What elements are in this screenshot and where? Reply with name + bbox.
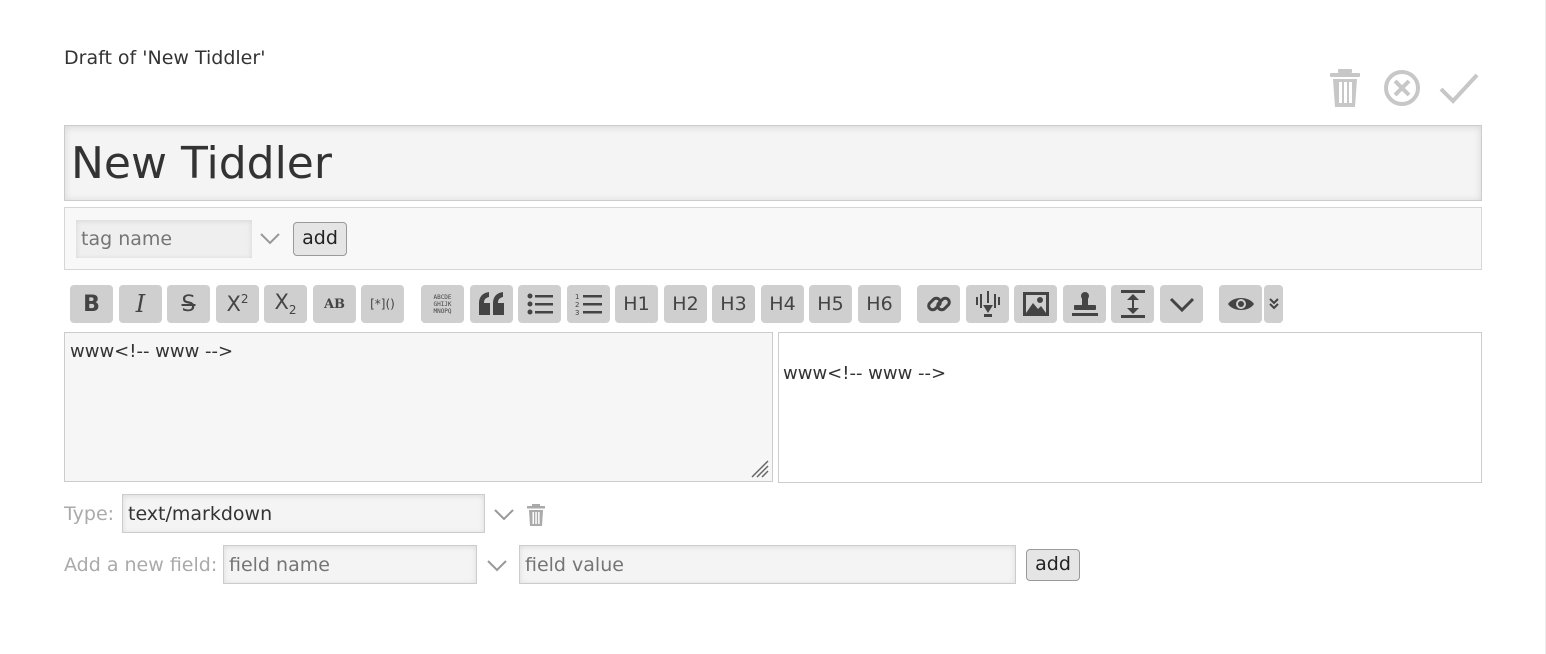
picture-button[interactable]	[1014, 285, 1057, 323]
bold-button[interactable]: B	[70, 285, 113, 323]
title-input[interactable]	[64, 125, 1482, 201]
list-number-icon: 1 2 3	[575, 293, 602, 316]
transclude-icon: [*]()	[370, 297, 395, 311]
smallcaps-icon: AB	[323, 296, 346, 312]
heading-5-icon: H5	[817, 293, 844, 315]
list-bullet-icon	[527, 293, 553, 315]
chevron-down-icon[interactable]	[259, 230, 281, 248]
heading-2-button[interactable]: H2	[664, 285, 707, 323]
chevron-down-icon	[1169, 297, 1194, 312]
draft-title: Draft of 'New Tiddler'	[64, 47, 266, 69]
monospace-block-icon: ABCDE GHIJK MNOPQ	[433, 293, 452, 315]
resize-grip-icon[interactable]	[748, 457, 770, 479]
strikethrough-icon: S	[181, 291, 196, 317]
smallcaps-button[interactable]: AB	[313, 285, 356, 323]
svg-text:3: 3	[575, 309, 579, 316]
excise-button[interactable]	[966, 285, 1009, 323]
cancel-button[interactable]	[1373, 66, 1430, 110]
superscript-icon: X2	[226, 292, 249, 316]
preview-pane: www<!-- www -->	[778, 332, 1482, 483]
heading-3-button[interactable]: H3	[712, 285, 755, 323]
editor-text: www<!-- www -->	[70, 341, 234, 362]
eye-icon	[1227, 298, 1254, 310]
heading-4-icon: H4	[769, 293, 796, 315]
bold-icon: B	[83, 291, 100, 317]
tiddler-controls	[1316, 66, 1487, 110]
trash-icon[interactable]	[527, 504, 545, 526]
text-editor[interactable]: www<!-- www -->	[64, 332, 773, 482]
subscript-button[interactable]: X2	[264, 285, 307, 323]
preview-button[interactable]	[1219, 285, 1262, 323]
list-number-button[interactable]: 1 2 3	[567, 285, 610, 323]
heading-1-icon: H1	[623, 293, 650, 315]
heading-4-button[interactable]: H4	[761, 285, 804, 323]
add-tag-button[interactable]: add	[293, 222, 347, 256]
heading-6-button[interactable]: H6	[858, 285, 901, 323]
new-field-label: Add a new field:	[64, 554, 218, 576]
italic-icon: I	[135, 290, 146, 318]
strikethrough-button[interactable]: S	[167, 285, 210, 323]
superscript-button[interactable]: X2	[216, 285, 259, 323]
editor-height-icon	[1120, 290, 1145, 318]
delete-button[interactable]	[1316, 66, 1373, 110]
stamp-icon	[1071, 292, 1098, 316]
svg-text:1: 1	[575, 293, 579, 301]
heading-1-button[interactable]: H1	[615, 285, 658, 323]
heading-6-icon: H6	[866, 293, 893, 315]
editor-height-button[interactable]	[1111, 285, 1154, 323]
stamp-button[interactable]	[1063, 285, 1106, 323]
add-field-button[interactable]: add	[1026, 549, 1080, 581]
list-bullet-button[interactable]	[518, 285, 561, 323]
link-button[interactable]	[917, 285, 960, 323]
italic-button[interactable]: I	[119, 285, 162, 323]
heading-5-button[interactable]: H5	[809, 285, 852, 323]
chevron-down-icon[interactable]	[486, 557, 508, 575]
double-chevron-down-icon	[1268, 298, 1279, 310]
field-name-input[interactable]	[223, 545, 477, 584]
quote-button[interactable]	[470, 285, 513, 323]
type-input[interactable]	[122, 494, 485, 533]
preview-type-button[interactable]	[1264, 285, 1283, 323]
subscript-icon: X2	[274, 290, 297, 318]
type-label: Type:	[64, 503, 115, 525]
done-button[interactable]	[1430, 66, 1487, 110]
more-button[interactable]	[1160, 285, 1203, 323]
heading-3-icon: H3	[720, 293, 747, 315]
picture-icon	[1022, 292, 1049, 316]
tiddler-frame: Draft of 'New Tiddler' New Tiddler tag n…	[0, 0, 1546, 654]
excise-icon	[975, 291, 1000, 317]
quote-icon	[478, 292, 504, 315]
tags-editor: add	[64, 207, 1482, 270]
link-icon	[926, 296, 951, 312]
chevron-down-icon[interactable]	[493, 506, 515, 524]
tag-name-input[interactable]	[76, 220, 252, 258]
heading-2-icon: H2	[672, 293, 699, 315]
svg-text:2: 2	[575, 301, 579, 309]
preview-text: www<!-- www -->	[783, 363, 947, 384]
transclude-button[interactable]: [*]()	[361, 285, 404, 323]
cancel-circle-icon	[1383, 70, 1420, 106]
trash-icon	[1329, 69, 1360, 107]
field-value-input[interactable]	[519, 545, 1016, 584]
checkmark-icon	[1439, 73, 1478, 104]
mono-block-button[interactable]: ABCDE GHIJK MNOPQ	[421, 285, 464, 323]
